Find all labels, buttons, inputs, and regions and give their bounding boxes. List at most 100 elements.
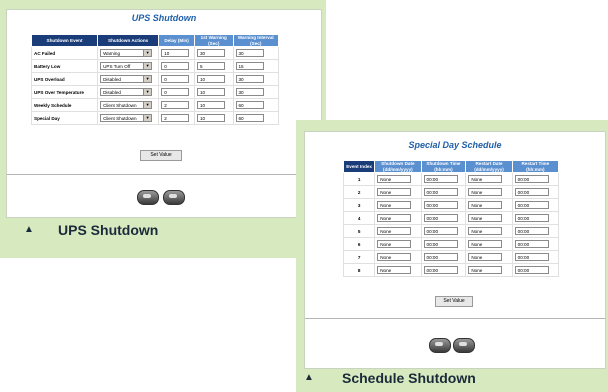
shutdown-date-input[interactable]: None (377, 239, 412, 248)
shutdown-date-input[interactable]: None (377, 200, 412, 209)
action-select[interactable]: UPS Turn Off ▼ (100, 62, 153, 70)
event-index: 4 (342, 211, 376, 225)
action-select[interactable]: Client Shutdown ▼ (100, 114, 153, 122)
shutdown-time-input[interactable]: 00:00 (423, 239, 458, 248)
table-row: 8 None 00:00 None 00:00 (342, 263, 560, 277)
warning-interval-input[interactable]: 15 (235, 61, 264, 70)
restart-time-input[interactable]: 00:00 (514, 200, 549, 209)
event-label: Special Day (34, 115, 60, 121)
restart-time-input[interactable]: 00:00 (514, 226, 549, 235)
restart-date-input[interactable]: None (468, 174, 503, 183)
chevron-down-icon: ▼ (143, 115, 152, 121)
shutdown-time-input[interactable]: 00:00 (423, 200, 458, 209)
warning-interval-input[interactable]: 30 (235, 87, 264, 96)
special-day-title: Special Day Schedule (408, 140, 502, 150)
shutdown-time-input[interactable]: 00:00 (423, 174, 458, 183)
delay-input[interactable]: 2 (161, 113, 190, 122)
action-select[interactable]: Warning ▼ (100, 49, 153, 57)
shutdown-time-input[interactable]: 00:00 (423, 252, 458, 261)
event-index: 1 (342, 172, 376, 186)
table-row: 7 None 00:00 None 00:00 (342, 250, 560, 264)
table-row: 5 None 00:00 None 00:00 (342, 224, 560, 238)
chevron-down-icon: ▼ (143, 76, 152, 82)
col-first-warning: 1st Warning (Sec) (193, 34, 234, 47)
shutdown-time-input[interactable]: 00:00 (423, 213, 458, 222)
first-warning-input[interactable]: 10 (196, 100, 225, 109)
set-value-button[interactable]: Set Value (140, 150, 182, 161)
restart-date-input[interactable]: None (468, 226, 503, 235)
triangle-up-icon: ▲ (304, 372, 314, 383)
restart-date-input[interactable]: None (468, 213, 503, 222)
event-label: Battery Low (34, 63, 61, 69)
col-shutdown-event: Shutdown Event (30, 34, 99, 47)
table-row: Battery Low UPS Turn Off ▼ 0 5 15 (30, 59, 279, 73)
action-select[interactable]: Disabled ▼ (100, 75, 153, 83)
shutdown-date-input[interactable]: None (377, 187, 412, 196)
restart-date-input[interactable]: None (468, 265, 503, 274)
event-label: AC Failed (34, 50, 56, 56)
special-day-card: Special Day Schedule Event Index Shutdow… (304, 131, 606, 369)
warning-interval-input[interactable]: 30 (235, 74, 264, 83)
table-row: AC Failed Warning ▼ 10 30 30 (30, 46, 279, 60)
set-value-button[interactable]: Set Value (435, 296, 473, 307)
restart-time-input[interactable]: 00:00 (514, 213, 549, 222)
table-row: 2 None 00:00 None 00:00 (342, 185, 560, 199)
nav-pill-icon[interactable] (163, 190, 185, 205)
shutdown-date-input[interactable]: None (377, 213, 412, 222)
restart-time-input[interactable]: 00:00 (514, 174, 549, 183)
first-warning-input[interactable]: 10 (196, 74, 225, 83)
col-restart-date: Restart Date (dd/mm/yyyy) (465, 160, 513, 173)
event-index: 5 (342, 224, 376, 238)
first-warning-input[interactable]: 10 (196, 87, 225, 96)
restart-date-input[interactable]: None (468, 187, 503, 196)
delay-input[interactable]: 10 (161, 48, 190, 57)
event-index: 2 (342, 185, 376, 199)
action-select[interactable]: Disabled ▼ (100, 88, 153, 96)
restart-date-input[interactable]: None (468, 200, 503, 209)
col-restart-time: Restart Time (hh:mm) (511, 160, 560, 173)
ups-shutdown-caption: UPS Shutdown (58, 222, 159, 238)
first-warning-input[interactable]: 10 (196, 113, 225, 122)
event-index: 3 (342, 198, 376, 212)
first-warning-input[interactable]: 30 (196, 48, 225, 57)
divider (7, 174, 321, 175)
table-row: Special Day Client Shutdown ▼ 2 10 60 (30, 111, 279, 125)
delay-input[interactable]: 0 (161, 61, 190, 70)
delay-input[interactable]: 2 (161, 100, 190, 109)
table-row: 1 None 00:00 None 00:00 (342, 172, 560, 186)
nav-pill-icon[interactable] (137, 190, 159, 205)
restart-date-input[interactable]: None (468, 239, 503, 248)
warning-interval-input[interactable]: 60 (235, 100, 264, 109)
restart-time-input[interactable]: 00:00 (514, 239, 549, 248)
chevron-down-icon: ▼ (143, 50, 152, 56)
restart-time-input[interactable]: 00:00 (514, 187, 549, 196)
warning-interval-input[interactable]: 60 (235, 113, 264, 122)
first-warning-input[interactable]: 5 (196, 61, 225, 70)
schedule-shutdown-caption: Schedule Shutdown (342, 370, 476, 386)
restart-date-input[interactable]: None (468, 252, 503, 261)
nav-pill-icon[interactable] (429, 338, 451, 353)
shutdown-time-input[interactable]: 00:00 (423, 226, 458, 235)
shutdown-date-input[interactable]: None (377, 252, 412, 261)
shutdown-time-input[interactable]: 00:00 (423, 187, 458, 196)
col-warning-interval: Warning Interval (Sec) (232, 34, 279, 47)
shutdown-date-input[interactable]: None (377, 174, 412, 183)
restart-time-input[interactable]: 00:00 (514, 265, 549, 274)
shutdown-time-input[interactable]: 00:00 (423, 265, 458, 274)
triangle-up-icon: ▲ (24, 224, 34, 235)
action-select[interactable]: Client Shutdown ▼ (100, 101, 153, 109)
shutdown-date-input[interactable]: None (377, 226, 412, 235)
delay-input[interactable]: 0 (161, 74, 190, 83)
col-delay: Delay (Min) (158, 34, 195, 47)
delay-input[interactable]: 0 (161, 87, 190, 96)
table-header-row: Shutdown Event Shutdown Actions Delay (M… (30, 34, 279, 47)
col-shutdown-actions: Shutdown Actions (97, 34, 160, 47)
shutdown-date-input[interactable]: None (377, 265, 412, 274)
restart-time-input[interactable]: 00:00 (514, 252, 549, 261)
ups-shutdown-card: UPS Shutdown Shutdown Event Shutdown Act… (6, 9, 322, 218)
col-event-index: Event Index (342, 160, 376, 173)
warning-interval-input[interactable]: 30 (235, 48, 264, 57)
divider (305, 318, 605, 319)
table-row: UPS Over Temperature Disabled ▼ 0 10 30 (30, 85, 279, 99)
nav-pill-icon[interactable] (453, 338, 475, 353)
